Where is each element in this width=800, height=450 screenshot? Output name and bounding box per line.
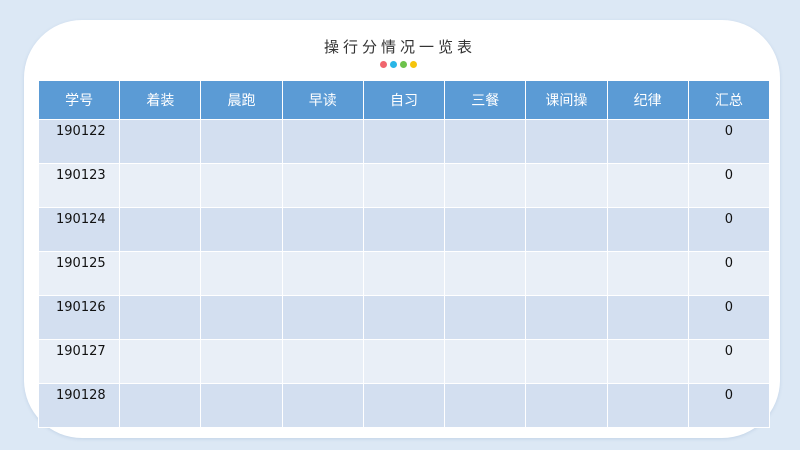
cell-morning-run[interactable] (200, 119, 283, 164)
cell-total: 0 (687, 339, 771, 384)
cell-total: 0 (687, 163, 771, 208)
cell-break-exercise[interactable] (525, 339, 608, 384)
header-morning-reading: 早读 (281, 80, 364, 120)
cell-break-exercise[interactable] (525, 251, 608, 296)
header-morning-run: 晨跑 (200, 80, 283, 120)
header-discipline: 纪律 (606, 80, 689, 120)
cell-student-id: 190124 (37, 207, 121, 252)
table-row: 190126 0 (37, 295, 771, 340)
cell-student-id: 190127 (37, 339, 121, 384)
cell-self-study[interactable] (362, 383, 446, 428)
header-break-exercise: 课间操 (525, 80, 608, 120)
cell-break-exercise[interactable] (525, 295, 608, 340)
table-row: 190122 0 (37, 119, 771, 164)
cell-break-exercise[interactable] (525, 383, 608, 428)
cell-attire[interactable] (119, 339, 202, 384)
conduct-score-table: 学号 着装 晨跑 早读 自习 三餐 课间操 纪律 汇总 190122 0 19012… (37, 80, 771, 428)
yellow-dot-icon (410, 61, 417, 68)
cell-discipline[interactable] (606, 383, 689, 428)
cell-student-id: 190122 (37, 119, 121, 164)
table-row: 190128 0 (37, 383, 771, 428)
cell-attire[interactable] (119, 207, 202, 252)
cell-morning-run[interactable] (200, 207, 283, 252)
cell-meals[interactable] (444, 207, 527, 252)
table-row: 190125 0 (37, 251, 771, 296)
header-self-study: 自习 (362, 80, 446, 120)
blue-dot-icon (390, 61, 397, 68)
cell-attire[interactable] (119, 251, 202, 296)
cell-self-study[interactable] (362, 251, 446, 296)
cell-student-id: 190125 (37, 251, 121, 296)
cell-discipline[interactable] (606, 163, 689, 208)
cell-attire[interactable] (119, 383, 202, 428)
cell-student-id: 190126 (37, 295, 121, 340)
cell-self-study[interactable] (362, 163, 446, 208)
cell-self-study[interactable] (362, 339, 446, 384)
cell-morning-reading[interactable] (281, 251, 364, 296)
cell-morning-reading[interactable] (281, 295, 364, 340)
red-dot-icon (380, 61, 387, 68)
cell-attire[interactable] (119, 119, 202, 164)
table-header-row: 学号 着装 晨跑 早读 自习 三餐 课间操 纪律 汇总 (37, 80, 771, 120)
cell-discipline[interactable] (606, 295, 689, 340)
table-row: 190124 0 (37, 207, 771, 252)
cell-discipline[interactable] (606, 339, 689, 384)
cell-morning-run[interactable] (200, 295, 283, 340)
cell-meals[interactable] (444, 163, 527, 208)
cell-morning-run[interactable] (200, 163, 283, 208)
cell-total: 0 (687, 251, 771, 296)
cell-discipline[interactable] (606, 207, 689, 252)
decorative-dots (380, 61, 417, 68)
cell-meals[interactable] (444, 295, 527, 340)
cell-student-id: 190123 (37, 163, 121, 208)
cell-self-study[interactable] (362, 119, 446, 164)
cell-morning-run[interactable] (200, 339, 283, 384)
green-dot-icon (400, 61, 407, 68)
cell-morning-reading[interactable] (281, 207, 364, 252)
cell-attire[interactable] (119, 163, 202, 208)
cell-morning-reading[interactable] (281, 339, 364, 384)
cell-morning-reading[interactable] (281, 383, 364, 428)
header-student-id: 学号 (37, 80, 121, 120)
cell-student-id: 190128 (37, 383, 121, 428)
cell-morning-reading[interactable] (281, 163, 364, 208)
cell-break-exercise[interactable] (525, 163, 608, 208)
cell-morning-reading[interactable] (281, 119, 364, 164)
cell-discipline[interactable] (606, 251, 689, 296)
header-attire: 着装 (119, 80, 202, 120)
header-meals: 三餐 (444, 80, 527, 120)
cell-self-study[interactable] (362, 295, 446, 340)
cell-discipline[interactable] (606, 119, 689, 164)
cell-meals[interactable] (444, 339, 527, 384)
cell-total: 0 (687, 383, 771, 428)
cell-meals[interactable] (444, 251, 527, 296)
cell-morning-run[interactable] (200, 251, 283, 296)
cell-meals[interactable] (444, 119, 527, 164)
cell-total: 0 (687, 119, 771, 164)
cell-morning-run[interactable] (200, 383, 283, 428)
cell-break-exercise[interactable] (525, 207, 608, 252)
cell-meals[interactable] (444, 383, 527, 428)
cell-total: 0 (687, 295, 771, 340)
header-total: 汇总 (687, 80, 771, 120)
cell-break-exercise[interactable] (525, 119, 608, 164)
table-row: 190123 0 (37, 163, 771, 208)
cell-self-study[interactable] (362, 207, 446, 252)
table-row: 190127 0 (37, 339, 771, 384)
cell-attire[interactable] (119, 295, 202, 340)
page-title: 操行分情况一览表 (323, 38, 476, 56)
cell-total: 0 (687, 207, 771, 252)
